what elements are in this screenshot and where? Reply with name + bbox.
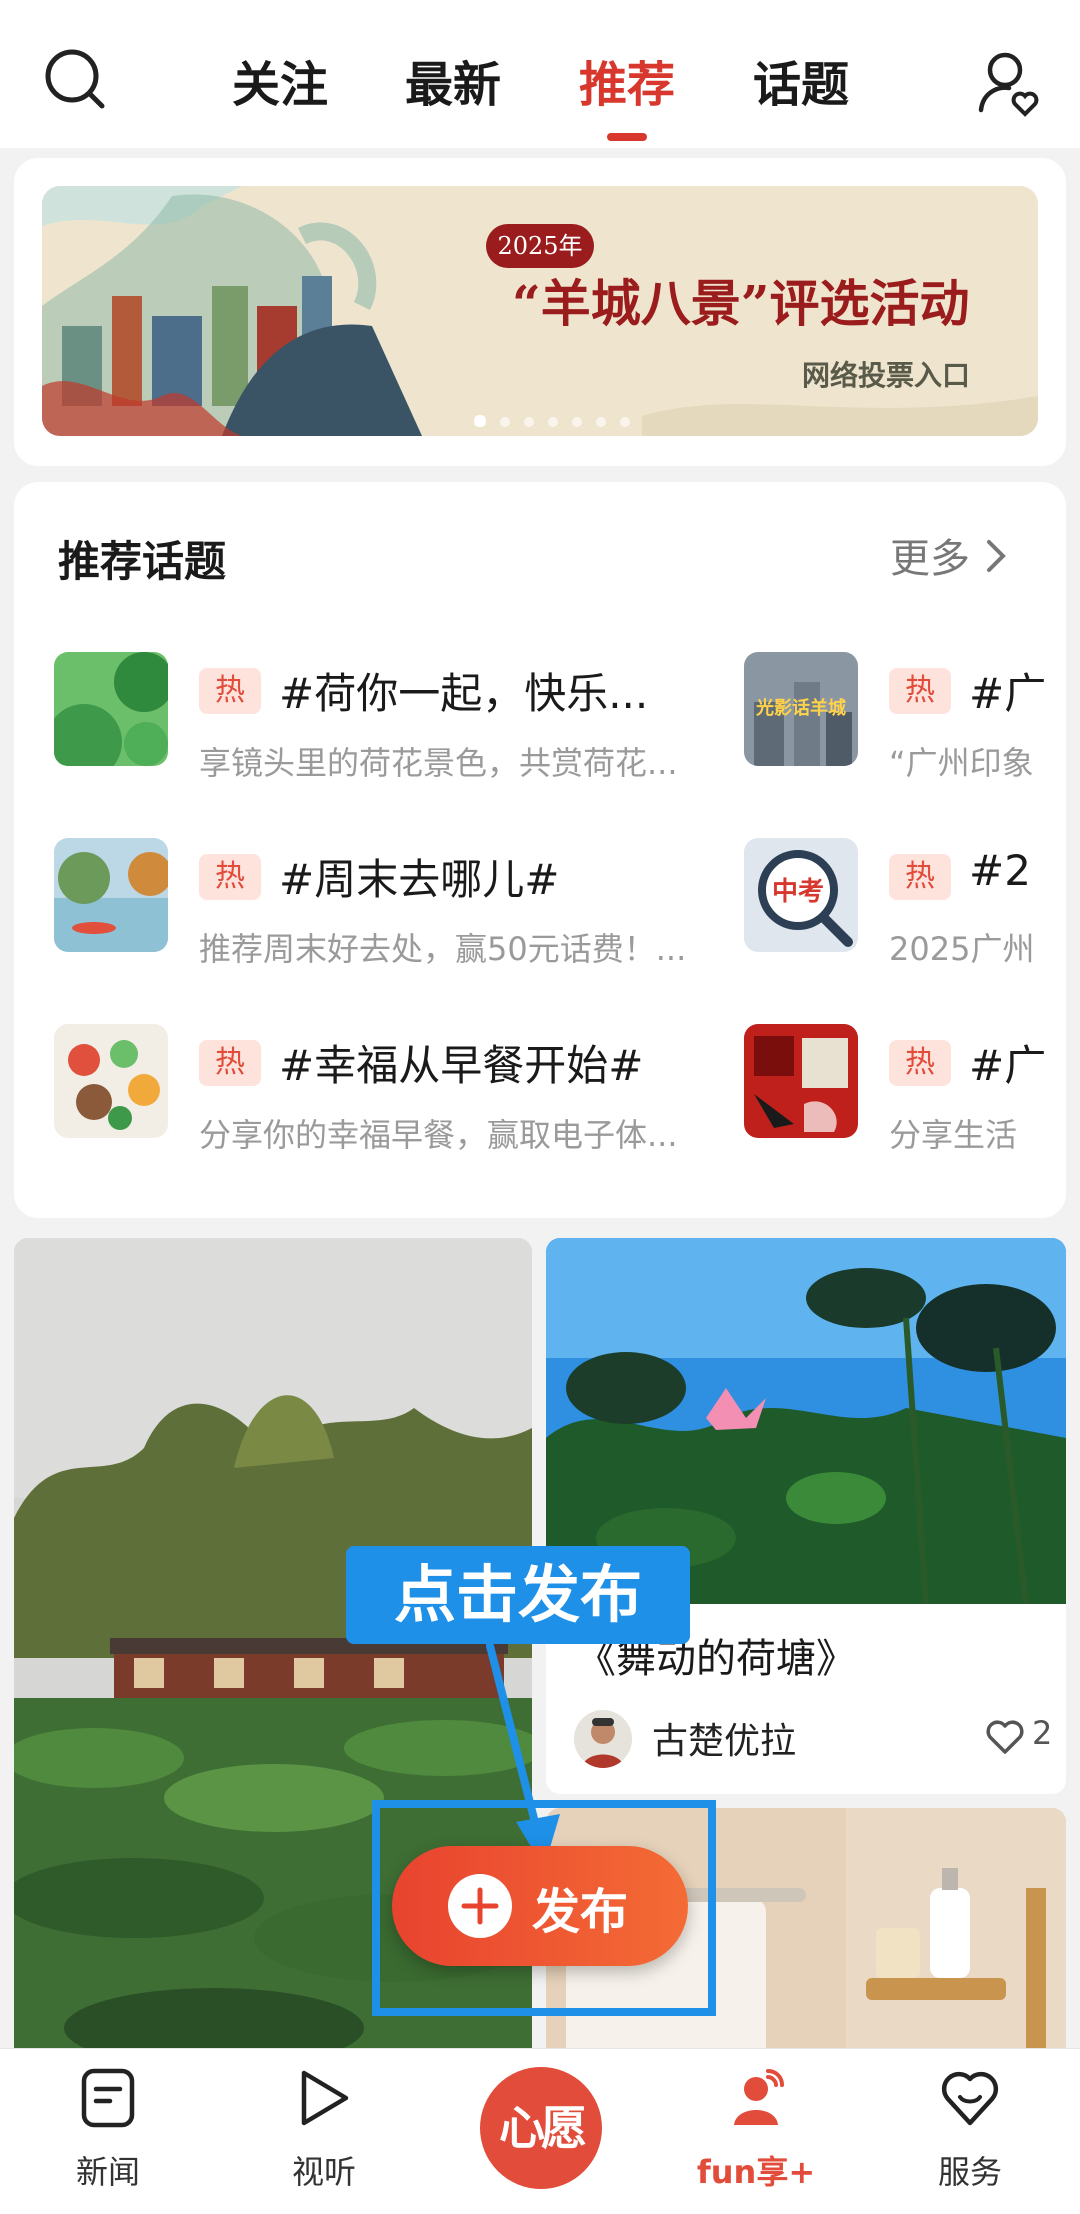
- topics-more-link[interactable]: 更多: [890, 526, 1009, 584]
- pagination-dot: [548, 417, 558, 427]
- topic-thumb-label: 中考: [772, 877, 824, 907]
- like-button[interactable]: 2: [984, 1712, 1064, 1762]
- pagination-dot: [572, 417, 582, 427]
- hot-badge: 热: [889, 854, 951, 900]
- more-label: 更多: [890, 536, 970, 582]
- nav-news[interactable]: 新闻: [28, 2067, 188, 2207]
- hot-badge: 热: [199, 854, 261, 900]
- topic-thumbnail: [54, 838, 168, 952]
- nav-fun[interactable]: fun享+: [676, 2067, 836, 2207]
- hot-badge: 热: [199, 668, 261, 714]
- nav-label: 新闻: [75, 2153, 140, 2191]
- wish-center-button[interactable]: 心愿: [480, 2067, 602, 2189]
- recommended-topics-card: 推荐话题 更多 热 #荷你一起，快乐... 享镜头里的荷花景色，共赏荷花...: [14, 482, 1066, 1218]
- topic-desc: “广州印象: [889, 744, 1034, 782]
- topic-desc: 享镜头里的荷花景色，共赏荷花...: [199, 744, 678, 782]
- pagination-dot: [596, 417, 606, 427]
- topic-item[interactable]: 光影话羊城 热 #广 “广州印象: [744, 652, 1066, 782]
- news-icon: [81, 2068, 135, 2128]
- topic-thumbnail: 中考: [744, 838, 858, 952]
- topic-thumb-label: 光影话羊城: [755, 697, 846, 719]
- topic-item[interactable]: 热 #周末去哪儿# 推荐周末好去处，赢50元话费！...: [54, 838, 754, 968]
- nav-media[interactable]: 视听: [244, 2067, 404, 2207]
- topic-thumbnail: [744, 1024, 858, 1138]
- topic-item[interactable]: 热 #荷你一起，快乐... 享镜头里的荷花景色，共赏荷花...: [54, 652, 754, 782]
- top-nav-bar: 关注 最新 推荐 话题: [0, 0, 1080, 148]
- heart-smile-icon: [941, 2071, 999, 2126]
- pagination-dot: [620, 417, 630, 427]
- topic-desc: 2025广州: [889, 930, 1035, 968]
- nav-label: 视听: [291, 2153, 356, 2191]
- post-author[interactable]: 古楚优拉: [652, 1712, 796, 1764]
- feed-card-right[interactable]: 《舞动的荷塘》 古楚优拉 2: [546, 1238, 1066, 1794]
- topic-name: #幸福从早餐开始#: [279, 1041, 644, 1090]
- topic-thumbnail: [54, 1024, 168, 1138]
- hot-badge: 热: [889, 1040, 951, 1086]
- chevron-right-icon: [986, 540, 1006, 572]
- topic-desc: 分享你的幸福早餐，赢取电子体...: [199, 1116, 678, 1154]
- feed-tabs: 关注 最新 推荐 话题: [0, 0, 1080, 148]
- tab-recommend[interactable]: 推荐: [557, 50, 697, 120]
- pagination-dot: [474, 415, 486, 427]
- topic-item[interactable]: 热 #广 分享生活: [744, 1024, 1066, 1154]
- nav-label: fun享+: [696, 2153, 816, 2191]
- topic-name: #2: [969, 846, 1031, 895]
- topic-name: #周末去哪儿#: [279, 855, 560, 904]
- topic-name: #广: [969, 669, 1047, 718]
- topic-thumbnail: 光影话羊城: [744, 652, 858, 766]
- nav-service[interactable]: 服务: [890, 2067, 1050, 2207]
- promo-banner[interactable]: 2025年 “羊城八景”评选活动 网络投票入口: [42, 186, 1038, 436]
- topic-name: #广: [969, 1041, 1047, 1090]
- hot-badge: 热: [889, 668, 951, 714]
- tab-topics[interactable]: 话题: [731, 50, 871, 120]
- topic-item[interactable]: 中考 热 #2 2025广州: [744, 838, 1066, 968]
- topic-item[interactable]: 热 #幸福从早餐开始# 分享你的幸福早餐，赢取电子体...: [54, 1024, 754, 1154]
- topic-desc: 推荐周末好去处，赢50元话费！...: [199, 930, 687, 968]
- topics-heading: 推荐话题: [58, 537, 227, 586]
- like-count: 2: [1032, 1714, 1053, 1752]
- callout-tooltip: 点击发布: [346, 1546, 690, 1644]
- topic-thumbnail: [54, 652, 168, 766]
- banner-pagination: [474, 412, 644, 427]
- bottom-nav: 新闻 视听 心愿 fun享+ 服务: [0, 2048, 1080, 2214]
- banner-subtitle: 网络投票入口: [802, 359, 971, 392]
- fun-person-icon: [734, 2069, 784, 2125]
- topic-desc: 分享生活: [889, 1116, 1018, 1154]
- play-icon: [301, 2070, 349, 2126]
- pagination-dot: [500, 417, 510, 427]
- pagination-dot: [524, 417, 534, 427]
- banner-title: “羊城八景”评选活动: [512, 274, 970, 333]
- tab-latest[interactable]: 最新: [383, 50, 523, 120]
- banner-card: 2025年 “羊城八景”评选活动 网络投票入口: [14, 158, 1066, 466]
- tab-follow[interactable]: 关注: [210, 50, 350, 120]
- topic-name: #荷你一起，快乐...: [279, 669, 649, 718]
- nav-label: 服务: [937, 2153, 1002, 2191]
- banner-year-tag: 2025年: [486, 224, 594, 268]
- user-profile-icon[interactable]: [975, 48, 1047, 120]
- hot-badge: 热: [199, 1040, 261, 1086]
- active-tab-indicator: [607, 133, 647, 141]
- highlight-box: [372, 1800, 716, 2016]
- heart-icon: [986, 1720, 1024, 1754]
